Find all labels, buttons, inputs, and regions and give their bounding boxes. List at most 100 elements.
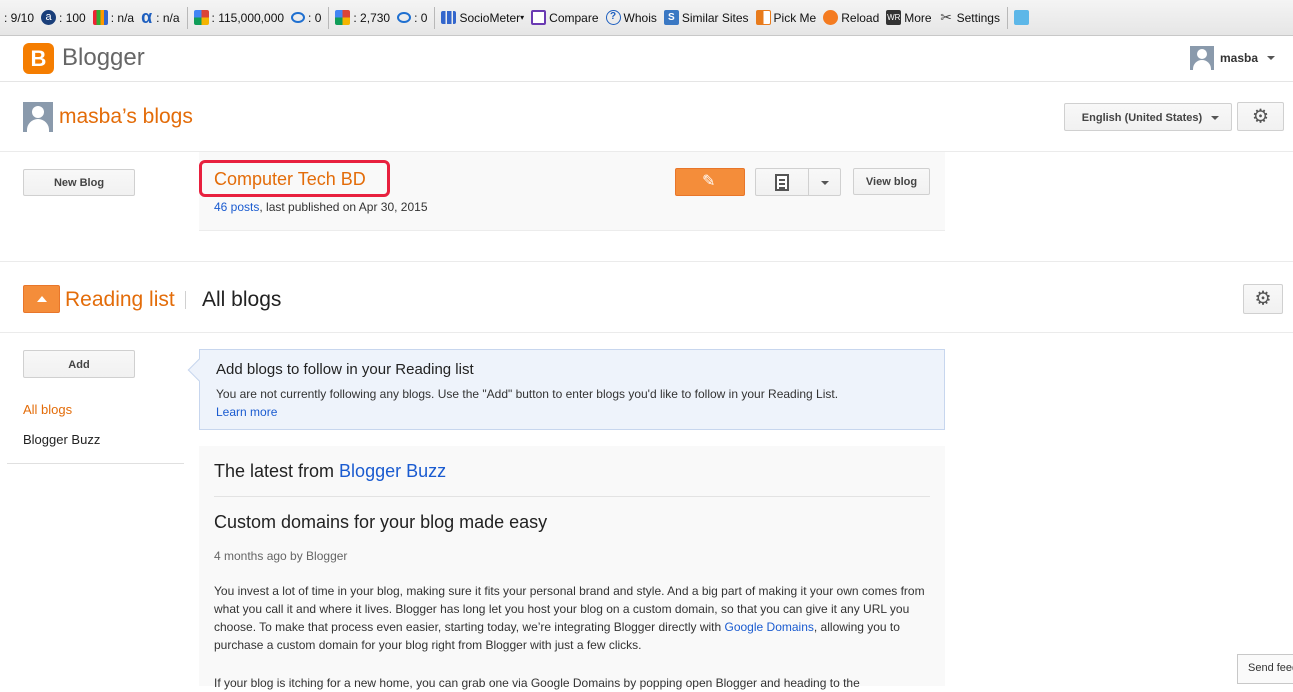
document-icon [775, 174, 789, 191]
google-index-value: : 115,000,000 [211, 10, 285, 25]
toolbar-divider [186, 6, 188, 29]
page-title: masba’s blogs [59, 105, 193, 128]
post-body: You invest a lot of time in your blog, m… [214, 582, 934, 654]
posts-list-button[interactable] [755, 168, 809, 196]
send-feedback-button[interactable]: Send feedback [1237, 654, 1293, 684]
twitter-button[interactable] [1013, 10, 1032, 25]
reading-list-info-box: Add blogs to follow in your Reading list… [187, 349, 945, 430]
blogger-header: Blogger masba [0, 36, 1293, 82]
info-text: You are not currently following any blog… [216, 387, 839, 401]
reading-list-title: Reading list [65, 288, 175, 311]
similar-sites-icon: S [663, 10, 679, 25]
twitter-icon [1013, 10, 1029, 25]
reload-button[interactable]: Reload [823, 10, 879, 25]
sidebar-item-all-blogs[interactable]: All blogs [23, 402, 72, 417]
chart-icon [441, 11, 457, 24]
alpha-value: : n/a [156, 10, 180, 25]
sociometer-button[interactable]: SocioMeter ▾ [441, 11, 524, 25]
alpha-icon: α [141, 7, 153, 27]
reading-list-collapse-button[interactable] [23, 285, 60, 313]
last-published: , last published on Apr 30, 2015 [259, 200, 428, 214]
divider [7, 463, 184, 464]
toolbar-divider [434, 6, 436, 29]
seo-toolbar: : 9/10 a: 100 : n/a α: n/a : 115,000,000… [0, 0, 1293, 36]
google-links-stat[interactable]: : 2,730 [335, 10, 390, 25]
blog-menu-dropdown[interactable] [808, 168, 841, 196]
language-select[interactable]: English (United States) [1064, 103, 1232, 131]
reading-list-settings-button[interactable]: ⚙ [1243, 284, 1283, 314]
google-domains-link[interactable]: Google Domains [725, 620, 814, 634]
blogger-logo-icon[interactable] [23, 43, 54, 74]
pagerank-stat[interactable]: : 9/10 [4, 11, 34, 25]
toolbar-divider [1006, 6, 1008, 29]
compare-button[interactable]: Compare [531, 10, 599, 25]
new-blog-button[interactable]: New Blog [23, 169, 135, 196]
wr-icon: WR [886, 10, 902, 25]
blogger-buzz-panel: The latest from Blogger Buzz Custom doma… [199, 446, 945, 690]
pencil-icon: ✎ [702, 173, 716, 190]
google-links-value: : 2,730 [353, 10, 391, 25]
learn-more-link[interactable]: Learn more [216, 403, 926, 421]
post-title[interactable]: Custom domains for your blog made easy [214, 512, 547, 533]
callout-arrow [187, 358, 211, 382]
bing-links-value: : 0 [414, 10, 428, 25]
blog-meta: 46 posts, last published on Apr 30, 2015 [214, 200, 428, 214]
question-icon: ? [605, 10, 621, 25]
bars-value: : n/a [110, 10, 135, 25]
bing-icon [397, 12, 412, 23]
post-body-next: If your blog is itching for a new home, … [214, 676, 860, 690]
toolbar-divider [328, 6, 330, 29]
post-meta: 4 months ago by Blogger [214, 549, 348, 563]
similar-sites-button[interactable]: S Similar Sites [663, 10, 749, 25]
buzz-heading: The latest from Blogger Buzz [214, 461, 446, 482]
gear-icon: ⚙ [1251, 106, 1270, 127]
reading-list-filter: All blogs [202, 288, 282, 311]
whois-button[interactable]: ? Whois [605, 10, 657, 25]
add-blog-button[interactable]: Add [23, 350, 135, 378]
more-button[interactable]: WR More [886, 10, 932, 25]
bing-index-value: : 0 [308, 10, 322, 25]
avatar [23, 102, 53, 132]
sidebar-item-blogger-buzz[interactable]: Blogger Buzz [23, 432, 100, 447]
blogs-settings-button[interactable]: ⚙ [1237, 102, 1284, 131]
alexa-value: : 100 [59, 10, 86, 25]
blog-title-link[interactable]: Computer Tech BD [214, 169, 366, 190]
avatar [1190, 46, 1214, 70]
alpha-stat[interactable]: α: n/a [141, 7, 180, 27]
divider [214, 496, 930, 497]
buzz-heading-prefix: The latest from [214, 461, 340, 481]
bars-icon [92, 10, 108, 25]
google-icon [335, 10, 351, 25]
settings-button[interactable]: ✂ Settings [939, 10, 1000, 25]
language-label: English (United States) [1081, 112, 1203, 124]
alexa-stat[interactable]: a: 100 [41, 10, 86, 25]
divider [0, 332, 1293, 333]
info-body: You are not currently following any blog… [216, 385, 926, 421]
bars-stat[interactable]: : n/a [92, 10, 135, 25]
pagerank-value: : 9/10 [4, 10, 35, 25]
pick-me-button[interactable]: Pick Me [755, 10, 816, 25]
blogger-buzz-link[interactable]: Blogger Buzz [339, 461, 446, 481]
brand-name[interactable]: Blogger [62, 44, 145, 72]
gear-icon: ⚙ [1254, 288, 1272, 310]
bing-icon [291, 12, 306, 23]
chevron-down-icon [1211, 116, 1219, 120]
bing-index-stat[interactable]: : 0 [291, 11, 321, 25]
account-menu[interactable]: masba [1190, 46, 1276, 70]
tools-icon: ✂ [940, 9, 952, 25]
blogs-section-title: masba’s blogs [23, 102, 193, 132]
divider [0, 261, 1293, 262]
new-post-button[interactable]: ✎ [675, 168, 745, 196]
posts-link[interactable]: 46 posts [214, 200, 259, 214]
google-index-stat[interactable]: : 115,000,000 [193, 10, 285, 25]
alexa-icon: a [41, 10, 57, 25]
info-title: Add blogs to follow in your Reading list [216, 361, 474, 378]
bing-links-stat[interactable]: : 0 [397, 11, 427, 25]
google-icon [193, 10, 209, 25]
reload-icon [823, 10, 839, 25]
username: masba [1220, 51, 1259, 65]
compare-icon [531, 10, 547, 25]
view-blog-button[interactable]: View blog [853, 168, 930, 195]
chevron-down-icon [1267, 56, 1276, 60]
pick-me-icon [755, 10, 771, 25]
